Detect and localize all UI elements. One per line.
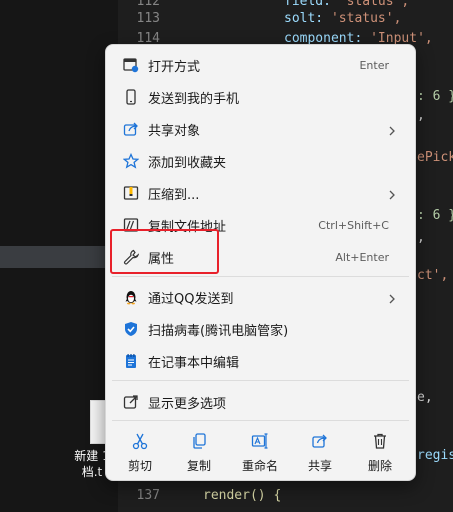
code-fragment: , — [417, 108, 425, 123]
code-fragment: ePick — [417, 150, 453, 165]
menu-item-send-via-qq[interactable]: 通过QQ发送到 — [110, 282, 411, 312]
star-icon — [122, 152, 140, 170]
delete-button[interactable]: 删除 — [354, 429, 406, 477]
copy-button[interactable]: 复制 — [173, 429, 225, 477]
code-value: render() { — [203, 488, 282, 503]
menu-item-label: 扫描病毒(腾讯电脑管家) — [148, 323, 289, 339]
menu-item-shortcut: Ctrl+Shift+C — [318, 218, 389, 232]
code-value: 'status', — [330, 11, 402, 26]
cut-label: 剪切 — [127, 459, 152, 473]
compress-icon — [122, 184, 140, 202]
notepad-icon — [122, 352, 140, 370]
trash-icon — [370, 431, 390, 451]
delete-label: 删除 — [367, 459, 392, 473]
open-with-icon — [122, 56, 140, 74]
menu-item-show-more-options[interactable]: 显示更多选项 — [110, 387, 411, 417]
context-menu: 打开方式 Enter 发送到我的手机 共享对象 添加到收藏夹 压缩到... 复制… — [105, 44, 416, 481]
menu-item-compress-to[interactable]: 压缩到... — [110, 178, 411, 208]
menu-item-edit-in-notepad[interactable]: 在记事本中编辑 — [110, 346, 411, 376]
line-number: 113 — [136, 11, 160, 26]
menu-item-label: 共享对象 — [148, 123, 201, 139]
chevron-right-icon — [387, 122, 397, 141]
menu-item-scan-virus[interactable]: 扫描病毒(腾讯电脑管家) — [110, 314, 411, 344]
menu-separator — [112, 380, 409, 381]
menu-item-properties[interactable]: 属性 Alt+Enter — [110, 242, 411, 272]
phone-icon — [122, 88, 140, 106]
menu-item-shortcut: Alt+Enter — [335, 250, 389, 264]
menu-item-label: 发送到我的手机 — [148, 91, 240, 107]
menu-item-label: 复制文件地址 — [148, 219, 227, 235]
menu-item-send-to-phone[interactable]: 发送到我的手机 — [110, 82, 411, 112]
code-line: solt: 'status', — [284, 11, 401, 26]
code-line: field: 'status', — [284, 0, 409, 9]
cut-button[interactable]: 剪切 — [114, 429, 166, 477]
wrench-icon — [122, 248, 140, 266]
rename-button[interactable]: 重命名 — [234, 429, 286, 477]
more-options-icon — [122, 393, 140, 411]
chevron-right-icon — [387, 186, 397, 205]
scissors-icon — [130, 431, 150, 451]
code-fragment: ct', — [417, 268, 449, 283]
menu-separator — [112, 276, 409, 277]
code-line: render() { — [203, 488, 281, 503]
code-fragment: e, — [417, 390, 433, 405]
line-number: 137 — [136, 488, 160, 503]
rename-icon — [250, 431, 270, 451]
chevron-right-icon — [387, 290, 397, 309]
rename-label: 重命名 — [241, 459, 278, 473]
code-fragment: regis — [417, 448, 453, 463]
copy-label: 复制 — [186, 459, 211, 473]
menu-item-add-to-favorites[interactable]: 添加到收藏夹 — [110, 146, 411, 176]
menu-item-share-with[interactable]: 共享对象 — [110, 114, 411, 144]
menu-item-copy-path[interactable]: 复制文件地址 Ctrl+Shift+C — [110, 210, 411, 240]
code-fragment: : 6 } — [417, 89, 453, 104]
share-icon — [310, 431, 330, 451]
code-key: solt: — [284, 11, 324, 26]
menu-item-label: 打开方式 — [148, 59, 201, 75]
share-icon — [122, 120, 140, 138]
menu-item-shortcut: Enter — [359, 58, 389, 72]
menu-item-label: 属性 — [148, 251, 175, 267]
menu-item-open-with[interactable]: 打开方式 Enter — [110, 50, 411, 80]
shield-icon — [122, 320, 140, 338]
quick-action-bar: 剪切 复制 重命名 共享 删除 — [106, 419, 415, 481]
copy-icon — [189, 431, 209, 451]
menu-item-label: 显示更多选项 — [148, 396, 227, 412]
copy-path-icon — [122, 216, 140, 234]
share-button[interactable]: 共享 — [294, 429, 346, 477]
code-value: 'status', — [338, 0, 410, 9]
menu-item-label: 添加到收藏夹 — [148, 155, 227, 171]
share-label: 共享 — [307, 459, 332, 473]
code-fragment: : 6 } — [417, 208, 453, 223]
menu-item-label: 通过QQ发送到 — [148, 291, 234, 307]
menu-item-label: 压缩到... — [148, 187, 200, 203]
line-number: 112 — [136, 0, 160, 9]
desktop-selection-highlight — [0, 246, 118, 268]
code-key: field: — [284, 0, 331, 9]
code-fragment: , — [417, 230, 425, 245]
qq-penguin-icon — [122, 288, 140, 306]
menu-item-label: 在记事本中编辑 — [148, 355, 240, 371]
